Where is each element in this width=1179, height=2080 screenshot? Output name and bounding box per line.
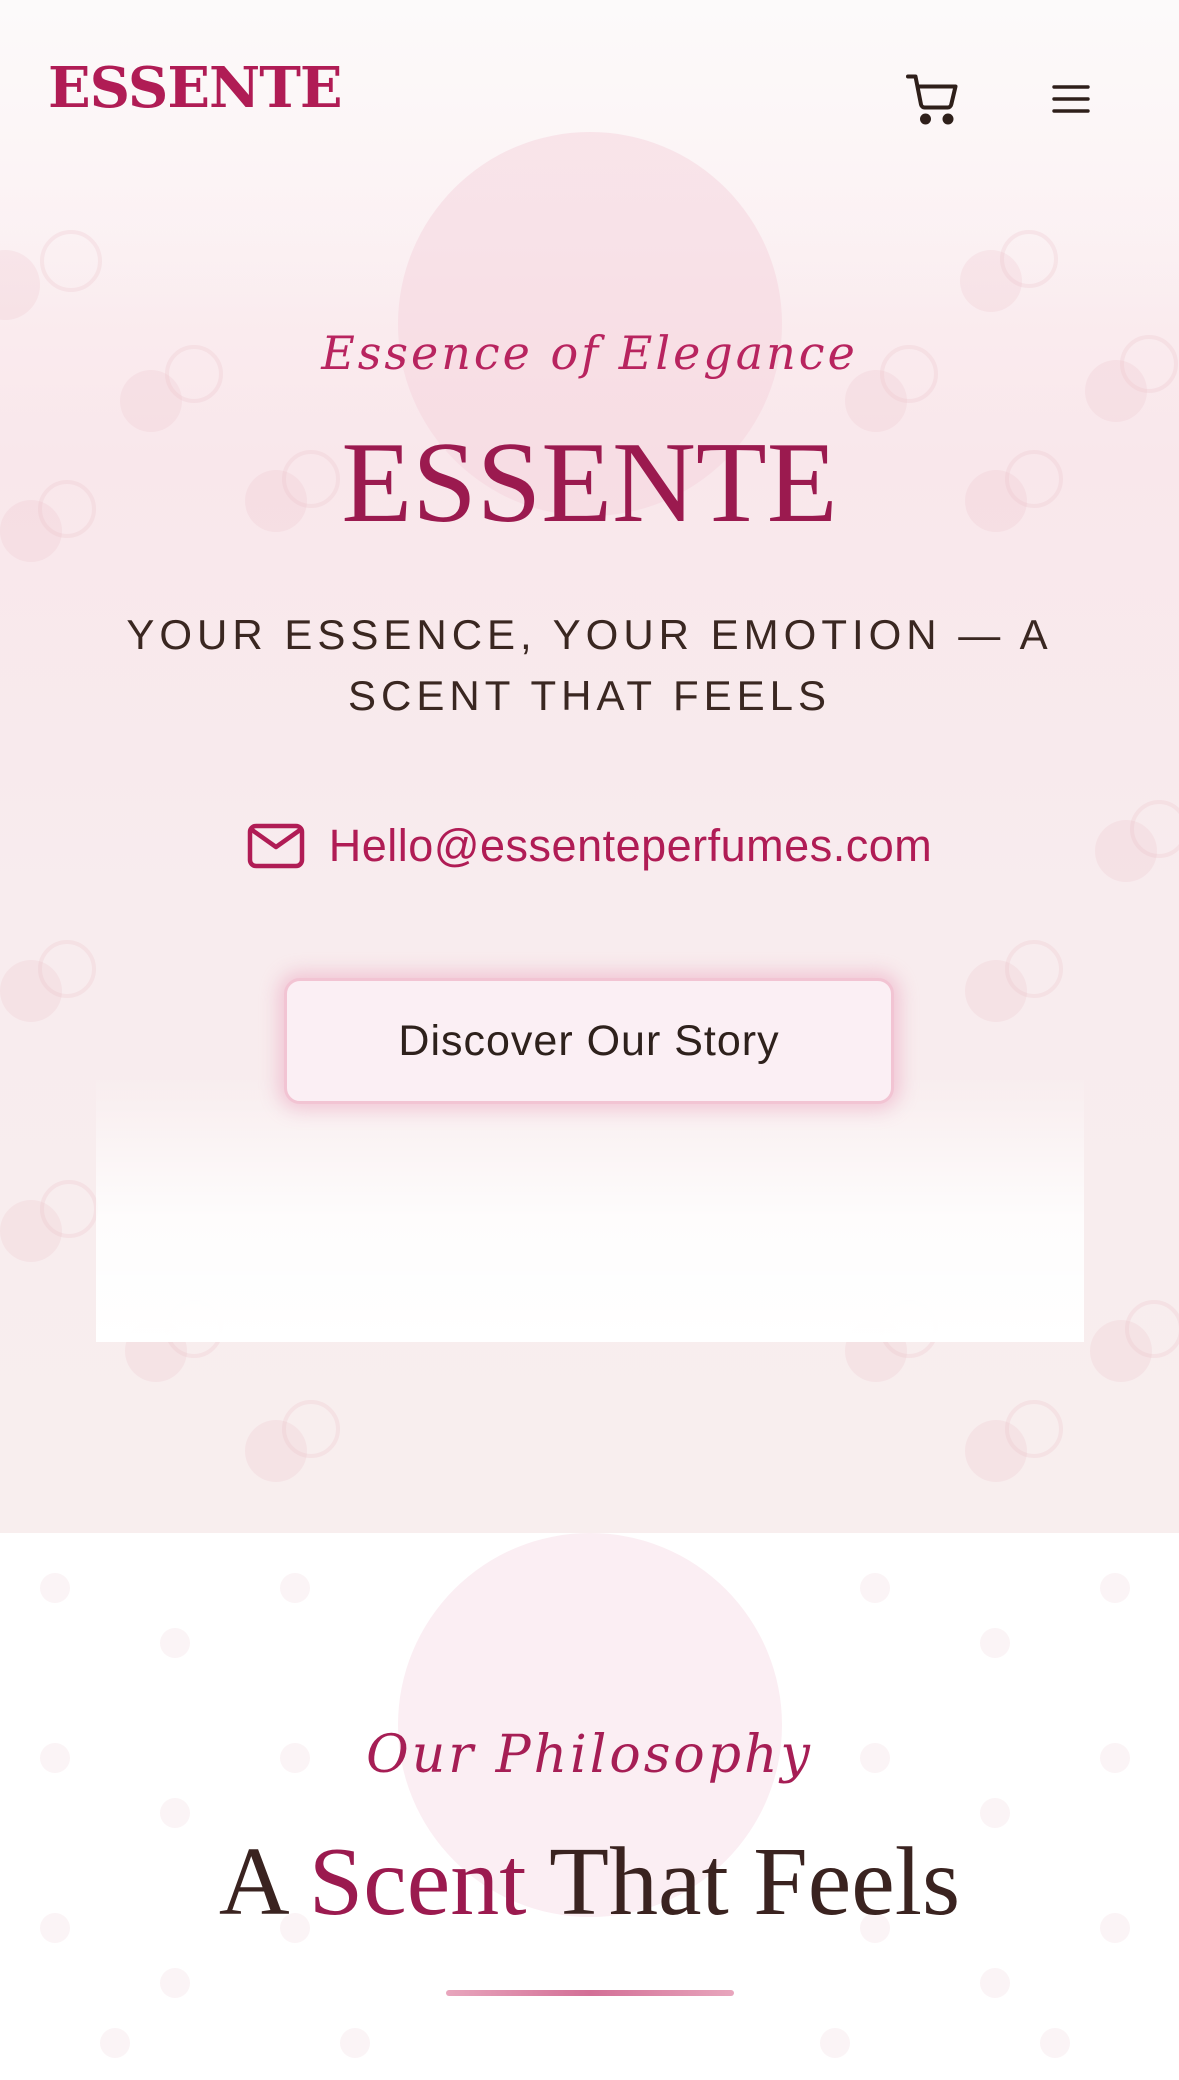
decorative-dot (160, 1798, 190, 1828)
decorative-dot (980, 1968, 1010, 1998)
hero-title: ESSENTE (341, 419, 838, 547)
philosophy-eyebrow: Our Philosophy (366, 1725, 813, 1785)
decorative-ring (1125, 1300, 1179, 1358)
decorative-dot (340, 2028, 370, 2058)
decorative-ring (40, 230, 102, 292)
decorative-ring (282, 1400, 340, 1458)
decorative-dot (980, 1628, 1010, 1658)
decorative-dot (40, 1573, 70, 1603)
philosophy-section: Our Philosophy A Scent That Feels (0, 1533, 1179, 2080)
decorative-dot (1040, 2028, 1070, 2058)
brand-logo[interactable]: ESSENTE (48, 60, 343, 116)
decorative-ring (1005, 940, 1063, 998)
decorative-dot (1100, 1573, 1130, 1603)
decorative-ring (38, 940, 96, 998)
cart-button[interactable] (898, 66, 968, 132)
decorative-dot (980, 1798, 1010, 1828)
decorative-dot (860, 1573, 890, 1603)
email-link[interactable]: Hello@essenteperfumes.com (0, 820, 1179, 872)
heading-part-after: That Feels (526, 1828, 961, 1936)
heading-accent-word: Scent (308, 1828, 527, 1936)
cart-icon (906, 74, 958, 125)
hero-subtitle: YOUR ESSENCE, YOUR EMOTION — A SCENT THA… (126, 611, 1053, 719)
menu-button[interactable] (1042, 74, 1100, 124)
philosophy-heading: A Scent That Feels (0, 1833, 1179, 1931)
hamburger-menu-icon (1052, 85, 1090, 113)
email-address: Hello@essenteperfumes.com (328, 820, 933, 871)
heading-underline-divider (446, 1990, 734, 1996)
decorative-ring (1005, 1400, 1063, 1458)
hero-card-backdrop (96, 1075, 1084, 1342)
decorative-dot (160, 1968, 190, 1998)
decorative-dot (280, 1573, 310, 1603)
decorative-dot (100, 2028, 130, 2058)
decorative-ring (1000, 230, 1058, 288)
mail-icon (247, 823, 305, 869)
decorative-dot (820, 2028, 850, 2058)
heading-part-before: A (218, 1828, 309, 1936)
decorative-ring (40, 1180, 98, 1238)
hero-section: ESSENTE Essence of Elegance ESSENTE YOUR… (0, 0, 1179, 1533)
decorative-dot (160, 1628, 190, 1658)
discover-story-button[interactable]: Discover Our Story (284, 978, 894, 1104)
hero-tagline: Essence of Elegance (321, 326, 858, 380)
